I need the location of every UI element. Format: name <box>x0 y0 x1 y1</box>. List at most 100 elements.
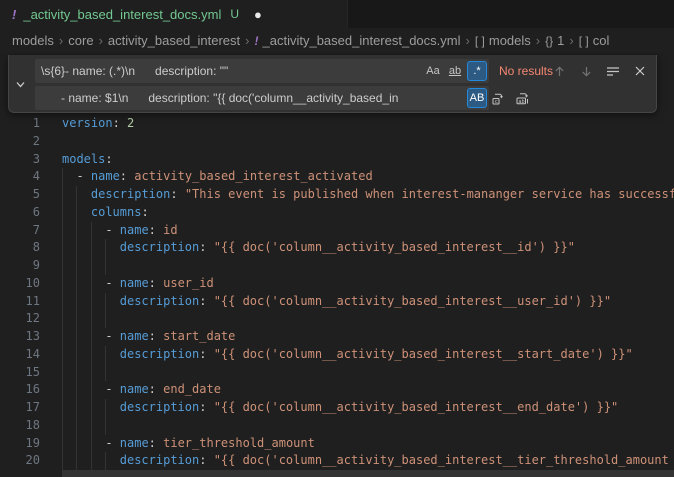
code-line: 3models: <box>0 151 674 169</box>
breadcrumb-item[interactable]: models <box>12 33 54 48</box>
line-number: 10 <box>0 275 40 293</box>
line-number: 20 <box>0 452 40 470</box>
line-number: 19 <box>0 435 40 453</box>
replace-icon: c <box>491 91 506 106</box>
indent-guide <box>62 328 76 346</box>
breadcrumb-separator: › <box>536 33 540 48</box>
breadcrumb-separator: › <box>99 33 103 48</box>
breadcrumb-label: models <box>489 33 531 48</box>
regex-button[interactable]: .* <box>467 61 487 81</box>
arrow-down-icon <box>580 65 593 78</box>
indent-guide <box>76 293 90 311</box>
line-number: 6 <box>0 204 40 222</box>
indent-guide <box>76 222 90 240</box>
indent-guide <box>62 168 76 186</box>
close-find-widget-button[interactable] <box>630 61 650 81</box>
indent-guide <box>62 346 76 364</box>
arrow-up-icon <box>553 65 566 78</box>
breadcrumb-item[interactable]: [ ]col <box>579 33 610 48</box>
indent-guide <box>91 310 105 328</box>
replace-input[interactable]: - name: $1\n description: "{{ doc('colum… <box>35 86 489 110</box>
vscode-window: ! _activity_based_interest_docs.yml U ● … <box>0 0 674 477</box>
svg-text:c: c <box>494 99 497 105</box>
indent-guide <box>76 328 90 346</box>
tab-bar: ! _activity_based_interest_docs.yml U ● <box>0 0 674 28</box>
indent-guide <box>105 399 119 417</box>
breadcrumb-label: _activity_based_interest_docs.yml <box>263 33 461 48</box>
line-number: 14 <box>0 346 40 364</box>
breadcrumb-label: activity_based_interest <box>108 33 240 48</box>
breadcrumb-separator: › <box>59 33 63 48</box>
indent-guide <box>62 417 76 435</box>
tab-filename: _activity_based_interest_docs.yml <box>23 7 221 22</box>
code-line: 10- name: user_id <box>0 275 674 293</box>
breadcrumb-item[interactable]: core <box>68 33 93 48</box>
indent-guide <box>62 364 76 382</box>
breadcrumb-item[interactable]: [ ]models <box>475 33 531 48</box>
yaml-file-icon: ! <box>12 7 16 22</box>
breadcrumb-label: models <box>12 33 54 48</box>
indent-guide <box>105 346 119 364</box>
breadcrumb-label: col <box>593 33 610 48</box>
indent-guide <box>105 452 119 470</box>
chevron-down-icon <box>15 79 26 90</box>
git-status-badge: U <box>230 7 239 21</box>
modified-dot-icon[interactable]: ● <box>254 8 262 21</box>
find-in-selection-button[interactable] <box>603 61 623 81</box>
indent-guide <box>91 381 105 399</box>
replace-all-button[interactable]: ab <box>513 88 533 108</box>
indent-guide <box>62 435 76 453</box>
indent-guide <box>76 381 90 399</box>
breadcrumb-separator: › <box>245 33 249 48</box>
find-replace-widget: \s{6}- name: (.*)\n description: "" Aa a… <box>8 55 657 113</box>
breadcrumb-item[interactable]: {}1 <box>545 33 564 48</box>
indent-guide <box>62 275 76 293</box>
code-line: 13- name: start_date <box>0 328 674 346</box>
indent-guide <box>105 364 119 382</box>
indent-guide <box>76 417 90 435</box>
indent-guide <box>91 417 105 435</box>
indent-guide <box>62 204 76 222</box>
breadcrumb-item[interactable]: !_activity_based_interest_docs.yml <box>255 33 461 48</box>
indent-guide <box>62 399 76 417</box>
code-line: 9 <box>0 257 674 275</box>
code-line: 11description: "{{ doc('column__activity… <box>0 293 674 311</box>
toggle-replace-button[interactable] <box>12 76 28 92</box>
indent-guide <box>76 435 90 453</box>
line-number: 7 <box>0 222 40 240</box>
find-input-value: \s{6}- name: (.*)\n description: "" <box>35 64 489 78</box>
indent-guide <box>62 310 76 328</box>
match-case-button[interactable]: Aa <box>423 61 443 81</box>
whole-word-button[interactable]: ab <box>445 61 465 81</box>
next-match-button[interactable] <box>576 61 596 81</box>
indent-guide <box>91 435 105 453</box>
previous-match-button[interactable] <box>549 61 569 81</box>
line-number: 9 <box>0 257 40 275</box>
indent-guide <box>91 275 105 293</box>
indent-guide <box>91 399 105 417</box>
preserve-case-button[interactable]: AB <box>467 88 487 108</box>
indent-guide <box>76 399 90 417</box>
find-input[interactable]: \s{6}- name: (.*)\n description: "" Aa a… <box>35 59 489 83</box>
indent-guide <box>62 239 76 257</box>
code-line: 19- name: tier_threshold_amount <box>0 435 674 453</box>
line-number: 17 <box>0 399 40 417</box>
line-number: 13 <box>0 328 40 346</box>
code-line: 14description: "{{ doc('column__activity… <box>0 346 674 364</box>
svg-text:ab: ab <box>518 98 524 104</box>
breadcrumb-item[interactable]: activity_based_interest <box>108 33 240 48</box>
line-number: 15 <box>0 364 40 382</box>
code-area[interactable]: 1version: 223models:4- name: activity_ba… <box>0 115 674 470</box>
code-line: 1version: 2 <box>0 115 674 133</box>
indent-guide <box>62 381 76 399</box>
horizontal-scrollbar[interactable] <box>62 470 674 477</box>
breadcrumb: models › core › activity_based_interest › !_ac… <box>0 28 674 53</box>
code-line: 4- name: activity_based_interest_activat… <box>0 168 674 186</box>
tab-activity-based-interest-docs[interactable]: ! _activity_based_interest_docs.yml U ● <box>0 0 348 28</box>
indent-guide <box>62 452 76 470</box>
indent-guide <box>91 328 105 346</box>
indent-guide <box>91 257 105 275</box>
editor-pane[interactable]: 1version: 223models:4- name: activity_ba… <box>0 53 674 477</box>
indent-guide <box>76 452 90 470</box>
replace-button[interactable]: c <box>488 88 508 108</box>
